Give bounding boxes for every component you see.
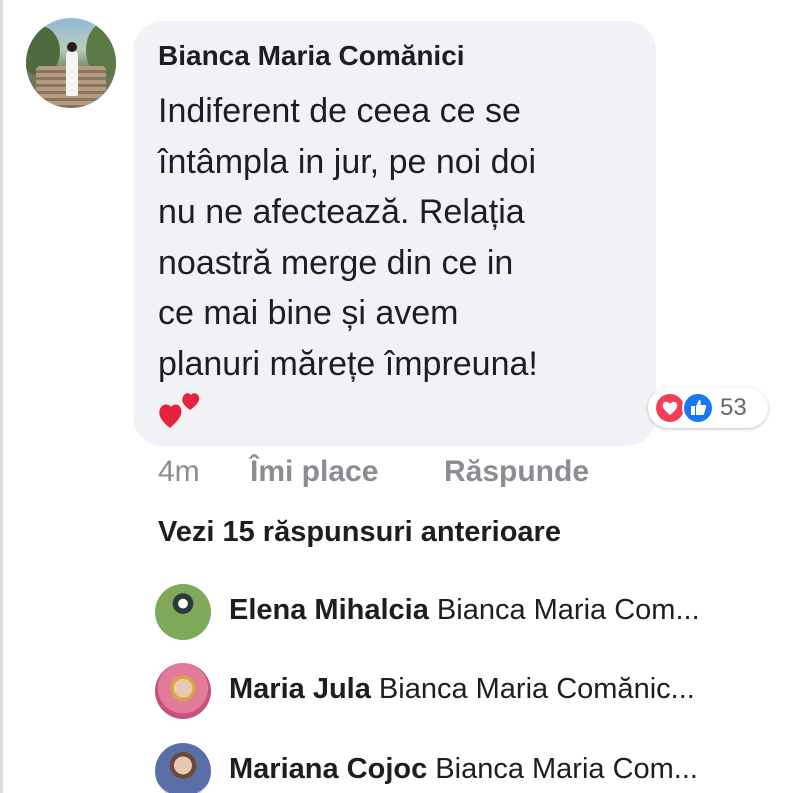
reply-author[interactable]: Maria Jula <box>229 673 371 705</box>
divider <box>0 0 3 793</box>
avatar[interactable] <box>155 584 211 640</box>
reaction-count: 53 <box>720 394 747 421</box>
like-button[interactable]: Îmi place <box>250 455 378 489</box>
reply-author[interactable]: Elena Mihalcia <box>229 594 429 626</box>
reply-preview: Bianca Maria Com... <box>435 753 698 785</box>
comment-text-line: planuri mărețe împreuna! <box>158 344 538 383</box>
reply-item[interactable]: Mariana Cojoc Bianca Maria Com... <box>155 743 795 793</box>
comment-text-line: ce mai bine și avem <box>158 294 459 332</box>
reply-preview: Bianca Maria Com... <box>436 594 700 626</box>
reply-preview: Bianca Maria Comănic... <box>378 673 695 705</box>
comment-text-line: nu ne afectează. Relația <box>158 193 525 231</box>
avatar[interactable] <box>155 663 211 719</box>
reply-item[interactable]: Elena Mihalcia Bianca Maria Com... <box>155 584 795 640</box>
comment-text-line: Indiferent de ceea ce se <box>158 92 521 130</box>
comment-text: Indiferent de ceea ce se întâmpla in jur… <box>158 86 638 389</box>
reply-button[interactable]: Răspunde <box>444 455 589 489</box>
comment-text-line: întâmpla in jur, pe noi doi <box>158 142 537 181</box>
avatar[interactable] <box>155 743 211 793</box>
comment-thread: Bianca Maria Comănici Indiferent de ceea… <box>0 0 800 793</box>
like-reaction-icon <box>682 392 714 424</box>
comment-text-line: noastră merge din ce in <box>158 243 514 282</box>
two-hearts-icon <box>159 393 200 428</box>
comment-author[interactable]: Bianca Maria Comănici <box>158 40 465 72</box>
reaction-summary[interactable]: 53 <box>648 388 768 428</box>
view-previous-replies-link[interactable]: Vezi 15 răspunsuri anterioare <box>158 516 561 549</box>
reply-item[interactable]: Maria Jula Bianca Maria Comănic... <box>155 663 795 719</box>
avatar[interactable] <box>26 18 116 108</box>
reply-author[interactable]: Mariana Cojoc <box>229 753 427 785</box>
comment-timestamp[interactable]: 4m <box>158 455 200 489</box>
